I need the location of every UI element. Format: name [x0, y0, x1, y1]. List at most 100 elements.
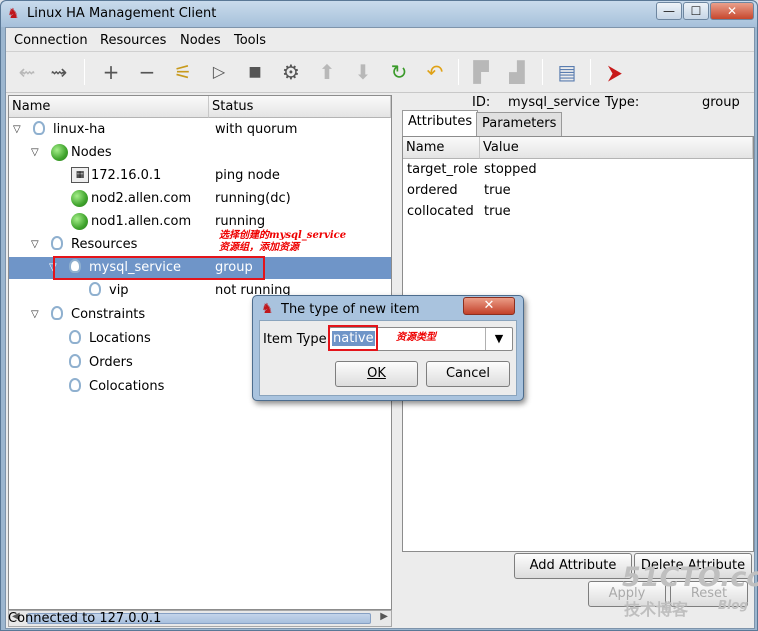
cancel-button[interactable]: Cancel: [426, 361, 510, 387]
menu-tools[interactable]: Tools: [234, 33, 266, 48]
menu-resources[interactable]: Resources: [100, 33, 166, 48]
toolbar: ⇜ ⇝ + − ⚟ ▷ ■ ⚙ ⬆ ⬇ ↻ ↶ ▛ ▟ ▤ ⮞: [6, 53, 754, 93]
tree-label: Orders: [89, 355, 133, 370]
tree-label: Resources: [71, 237, 138, 252]
attr-value: true: [484, 183, 511, 198]
dialog-body: Item Type: native ▼ 资源类型 OK Cancel: [259, 320, 517, 396]
watermark-blog: Blog: [718, 598, 749, 612]
type-label: Type:: [605, 95, 640, 110]
highlight-box: [328, 325, 378, 351]
start-icon[interactable]: ▷: [206, 59, 232, 85]
attr-name: ordered: [407, 183, 458, 198]
ping-node-icon: ▦: [71, 167, 89, 183]
dialog-title: The type of new item: [281, 302, 420, 317]
annotation-line: 选择创建的mysql_service: [219, 230, 347, 241]
tree-label: linux-ha: [53, 122, 106, 137]
primitive-bulb-icon: [89, 282, 101, 296]
tree-row-nod2[interactable]: nod2.allen.com running(dc): [9, 188, 391, 210]
attr-name: collocated: [407, 204, 474, 219]
toolbar-separator: [542, 59, 543, 85]
resources-bulb-icon: [51, 236, 63, 250]
attr-header-value[interactable]: Value: [480, 137, 753, 159]
add-attribute-button[interactable]: Add Attribute: [514, 553, 632, 579]
menu-bar: Connection Resources Nodes Tools: [6, 28, 754, 52]
menu-nodes[interactable]: Nodes: [180, 33, 221, 48]
tab-attributes[interactable]: Attributes: [402, 110, 479, 136]
active-icon[interactable]: ▟: [504, 59, 530, 85]
main-window: ♞ Linux HA Management Client — ☐ ✕ Conne…: [0, 0, 758, 631]
chevron-down-icon[interactable]: ▼: [485, 328, 512, 350]
id-label: ID:: [472, 95, 491, 110]
tree-label: Nodes: [71, 145, 112, 160]
tree-label: vip: [109, 283, 129, 298]
attr-row[interactable]: target_role stopped: [403, 159, 753, 181]
tree-header-status[interactable]: Status: [209, 96, 391, 118]
constraints-bulb-icon: [51, 306, 63, 320]
expand-arrow-icon[interactable]: ▽: [31, 304, 39, 326]
tab-parameters[interactable]: Parameters: [476, 112, 563, 136]
add-icon[interactable]: +: [98, 59, 124, 85]
toolbar-separator: [458, 59, 459, 85]
close-window-button[interactable]: ✕: [710, 2, 754, 20]
attr-header-name[interactable]: Name: [403, 137, 480, 159]
annotation-select-group: 选择创建的mysql_service 资源组，添加资源: [219, 230, 346, 254]
dialog-logo-icon: ♞: [261, 301, 274, 317]
tree-row-ping-node[interactable]: ▦ 172.16.0.1 ping node: [9, 165, 391, 187]
exit-icon[interactable]: ⮞: [602, 59, 628, 85]
menu-connection[interactable]: Connection: [14, 33, 88, 48]
highlight-box: [53, 256, 265, 280]
connect-icon[interactable]: ⇜: [14, 59, 40, 85]
id-value: mysql_service: [508, 95, 601, 110]
redo-icon[interactable]: ↻: [386, 59, 412, 85]
tree-label: 172.16.0.1: [91, 168, 162, 183]
settings-gears-icon[interactable]: ⚙: [278, 59, 304, 85]
expand-arrow-icon[interactable]: ▽: [31, 142, 39, 164]
attr-row[interactable]: collocated true: [403, 201, 753, 223]
item-type-label: Item Type:: [263, 332, 331, 347]
minimize-button[interactable]: —: [656, 2, 682, 20]
dialog-close-button[interactable]: ✕: [463, 297, 515, 315]
tree-header-name[interactable]: Name: [9, 96, 209, 118]
cluster-bulb-icon: [33, 121, 45, 135]
standby-icon[interactable]: ▛: [468, 59, 494, 85]
tree-label: Locations: [89, 331, 151, 346]
status-text: Connected to 127.0.0.1: [8, 611, 162, 626]
remove-icon[interactable]: −: [134, 59, 160, 85]
tree-label: nod1.allen.com: [91, 214, 192, 229]
tree-row-nodes[interactable]: ▽ Nodes: [9, 142, 391, 164]
expand-arrow-icon[interactable]: ▽: [31, 234, 39, 256]
tree-label: Constraints: [71, 307, 146, 322]
title-bar[interactable]: ♞ Linux HA Management Client — ☐ ✕: [1, 1, 757, 27]
tree-label: Colocations: [89, 379, 165, 394]
tree-row-linux-ha[interactable]: ▽ linux-ha with quorum: [9, 119, 391, 141]
attr-value: stopped: [484, 162, 537, 177]
cleanup-broom-icon[interactable]: ⚟: [170, 59, 196, 85]
disconnect-icon[interactable]: ⇝: [46, 59, 72, 85]
tree-label: nod2.allen.com: [91, 191, 192, 206]
colocations-bulb-icon: [69, 378, 81, 392]
node-running-icon: [71, 190, 88, 207]
new-item-dialog: ♞ The type of new item ✕ Item Type: nati…: [252, 295, 524, 401]
toolbar-separator: [84, 59, 85, 85]
annotation-line: 资源组，添加资源: [219, 242, 299, 253]
undo-icon[interactable]: ↶: [422, 59, 448, 85]
annotation-resource-type: 资源类型: [396, 332, 436, 343]
ok-button[interactable]: OK: [335, 361, 418, 387]
node-running-icon: [71, 213, 88, 230]
toolbar-separator: [590, 59, 591, 85]
tree-status: running(dc): [215, 191, 291, 206]
view-xml-icon[interactable]: ▤: [554, 59, 580, 85]
tree-status: ping node: [215, 168, 280, 183]
app-logo-icon: ♞: [7, 6, 20, 22]
stop-icon[interactable]: ■: [242, 59, 268, 85]
watermark-blog-cn: 技术博客: [624, 600, 689, 619]
nodes-status-icon: [51, 144, 68, 161]
move-down-icon[interactable]: ⬇: [350, 59, 376, 85]
type-value: group: [702, 95, 740, 110]
attr-name: target_role: [407, 162, 478, 177]
move-up-icon[interactable]: ⬆: [314, 59, 340, 85]
maximize-button[interactable]: ☐: [683, 2, 709, 20]
expand-arrow-icon[interactable]: ▽: [13, 119, 21, 141]
tree-status: with quorum: [215, 122, 298, 137]
attr-row[interactable]: ordered true: [403, 180, 753, 202]
